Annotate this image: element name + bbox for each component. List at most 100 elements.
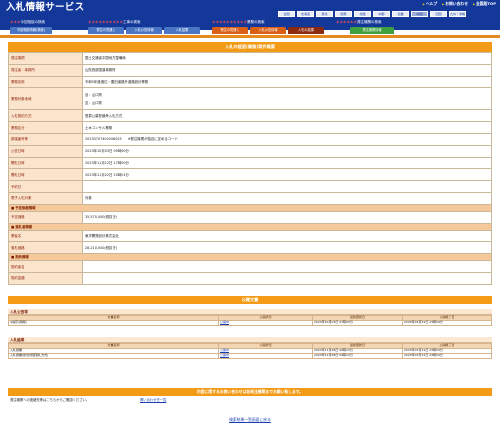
service-logo[interactable]: 入札情報サービス	[6, 2, 84, 13]
doc-name: 入札調書(総合評価落札方式)	[8, 353, 219, 359]
region-tab-hokuriku[interactable]: 北陸	[354, 11, 371, 17]
row-value: 2023年11月12日 17時00分	[82, 156, 492, 170]
table-row: 業者名 東洋開発設計株式会社	[8, 229, 492, 243]
row-value: 国土交通省中国地方整備局	[82, 52, 492, 65]
table-row: 業務対象地域 自：山口県至：山口県	[8, 87, 492, 111]
row-label: 業務区分	[8, 121, 83, 134]
table-row: 調達番号等 20230707400206025 ※発注機関が独自に定めるコード	[8, 132, 492, 146]
docs-section: 公開文書 入札公告等 文書名称 公開状況 最新更新日 公開終了日 ※開示(随時)…	[8, 296, 492, 359]
btn-info-search[interactable]: 今回相談情報(検索)	[10, 27, 52, 34]
doc-name: ※開示(随時)	[8, 320, 219, 326]
row-label: 業務名称	[8, 75, 83, 89]
section-yotei: 予定価格情報	[8, 203, 492, 212]
area-from: 自：山口県	[85, 92, 102, 97]
table-row: 開札日時 2023年11月22日 10時01分	[8, 168, 492, 182]
group-title-orderer: ＊＊＊＊＊＊発注機関の検索	[336, 20, 382, 24]
row-label: 公告日時	[8, 144, 83, 158]
doc-status-link[interactable]: 公開中	[218, 320, 313, 326]
table-row: 開札日時 2023年11月12日 17時00分	[8, 156, 492, 170]
doc-updated: 2023年10月03日 07時00分	[312, 320, 403, 326]
btn-serv-outlook[interactable]: 発注の見通し	[212, 27, 248, 34]
table-row: 予定価格 35,570,000(税抜き)	[8, 210, 492, 224]
row-label: 入札契約方式	[8, 109, 83, 123]
region-tab-zenkoku[interactable]: 全国	[278, 11, 295, 17]
row-value: 東洋開発設計株式会社	[82, 229, 492, 243]
region-tabs: 全国 北海道 東北 関東 北陸 中部 近畿 中国 四国 九州・沖縄	[278, 11, 466, 17]
table-row: ※開示(随時) 公開中 2023年10月03日 07時00分 2025年03月3…	[8, 320, 492, 326]
row-value	[82, 271, 492, 285]
area-to: 至：山口県	[85, 100, 102, 105]
row-label: 予約日	[8, 180, 83, 193]
row-label: 調達番号等	[8, 132, 83, 146]
table-row: 電子入札対象 対象	[8, 191, 492, 205]
btn-const-outlook[interactable]: 発注の見通し	[88, 27, 124, 34]
row-value: 自：山口県至：山口県	[82, 87, 492, 111]
row-label: 発注機関	[8, 52, 83, 65]
contact-link[interactable]: お問い合わせ	[442, 1, 468, 7]
doc-updated: 2023年11月28日 09時10分	[312, 353, 403, 359]
row-label: 業務対象地域	[8, 87, 83, 111]
help-link[interactable]: ヘルプ	[423, 1, 437, 7]
kekka-table: 文書名称 公開状況 最新更新日 公開終了日 入札調書 公開中 2023年11月2…	[8, 343, 492, 359]
group-title-construction: ＊＊＊＊＊＊＊＊＊＊工事の検索	[88, 20, 141, 24]
row-value: 土木コンサル業務	[82, 121, 492, 134]
btn-const-notice[interactable]: 入札公告情報	[126, 27, 162, 34]
contact-row: 発注機関への連絡先等はこちらからご確認ください。 問い合わせ先一覧	[8, 396, 492, 406]
row-label: 発注者・事務所	[8, 63, 83, 77]
koukoku-table: 文書名称 公開状況 最新更新日 公開終了日 ※開示(随時) 公開中 2023年1…	[8, 315, 492, 326]
row-label: 開札日時	[8, 156, 83, 170]
contact-text: 発注機関への連絡先等はこちらからご確認ください。	[10, 398, 90, 402]
region-tab-hokkaido[interactable]: 北海道	[297, 11, 314, 17]
section-row: 落札者情報	[8, 222, 492, 231]
row-value: 28,210,000(税抜き)	[82, 241, 492, 255]
detail-title: 入札の経過(業務)案件概要	[8, 42, 492, 52]
table-row: 入札調書(総合評価落札方式) 公開中 2023年11月28日 09時10分 20…	[8, 353, 492, 359]
row-value: 20230707400206025 ※発注機関が独自に定めるコード	[82, 132, 492, 146]
row-label: 予定価格	[8, 210, 83, 224]
row-value: 対象	[82, 191, 492, 205]
row-value	[82, 180, 492, 193]
section-keiyaku: 契約情報	[8, 253, 492, 262]
section-row: 予定価格情報	[8, 203, 492, 212]
table-row: 発注機関 国土交通省中国地方整備局	[8, 52, 492, 65]
header-bar: 入札情報サービス ヘルプ お問い合わせ 全国版TOP 全国 北海道 東北 関東 …	[0, 0, 500, 30]
contact-list-link[interactable]: 問い合わせ先一覧	[140, 398, 166, 403]
region-tab-shikoku[interactable]: 四国	[430, 11, 447, 17]
row-value: 35,570,000(税抜き)	[82, 210, 492, 224]
region-tab-tohoku[interactable]: 東北	[316, 11, 333, 17]
btn-orderer-info[interactable]: 発注機関情報	[350, 27, 394, 34]
region-tab-kinki[interactable]: 近畿	[392, 11, 409, 17]
region-tab-kanto[interactable]: 関東	[335, 11, 352, 17]
docs-title: 公開文書	[8, 296, 492, 304]
btn-serv-result[interactable]: 入札の結果	[288, 27, 324, 34]
table-row: 落札価格 28,210,000(税抜き)	[8, 241, 492, 255]
row-label: 落札価格	[8, 241, 83, 255]
procurement-note: ※発注機関が独自に定めるコード	[127, 137, 178, 142]
btn-const-result[interactable]: 入札結果	[164, 27, 200, 34]
region-tab-kyushu[interactable]: 九州・沖縄	[449, 11, 466, 17]
region-tab-chugoku[interactable]: 中国	[411, 11, 428, 17]
btn-serv-notice[interactable]: 入札公告情報	[250, 27, 286, 34]
top-link[interactable]: 全国版TOP	[473, 1, 496, 7]
group-title-info: ＊＊＊今回相談の検索	[10, 20, 45, 24]
back-to-results-link[interactable]: 検索結果一覧画面に戻る	[229, 417, 271, 422]
row-label: 契約者名	[8, 260, 83, 273]
contact-section: 内容に関するお問い合わせは各発注機関までお願い致します。 発注機関への連絡先等は…	[8, 388, 492, 406]
footer: 検索結果一覧画面に戻る	[0, 417, 500, 423]
section-rakusatsu: 落札者情報	[8, 222, 492, 231]
row-label: 開札日時	[8, 168, 83, 182]
row-label: 契約金額	[8, 271, 83, 285]
table-row: 公告日時 2023年10月03日 09時00分	[8, 144, 492, 158]
doc-end: 2025年03月31日 23時59分	[402, 320, 492, 326]
row-value: 山陰西部国道事務所	[82, 63, 492, 77]
group-title-service: ＊＊＊＊＊＊＊＊＊＊業務の検索	[212, 20, 265, 24]
doc-status-link[interactable]: 公開中	[218, 353, 313, 359]
table-row: 業務名称 令和5年度渡辺・豊田道路外道路設計業務	[8, 75, 492, 89]
row-value: 令和5年度渡辺・豊田道路外道路設計業務	[82, 75, 492, 89]
header-links: ヘルプ お問い合わせ 全国版TOP	[423, 1, 496, 7]
region-tab-chubu[interactable]: 中部	[373, 11, 390, 17]
section-row: 契約情報	[8, 253, 492, 262]
table-row: 入札契約方式 簡易公募型競争入札方式	[8, 109, 492, 123]
row-label: 業者名	[8, 229, 83, 243]
procurement-number: 20230707400206025	[85, 137, 122, 142]
